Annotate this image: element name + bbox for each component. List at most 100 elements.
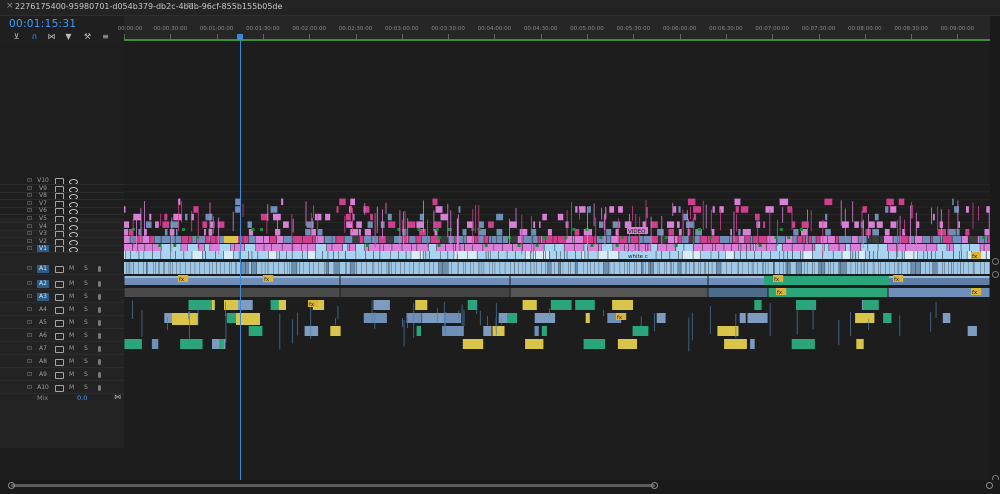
audio-keyframe-line[interactable]: [463, 309, 465, 322]
clip-upper[interactable]: [787, 206, 792, 213]
clip-a1[interactable]: [534, 262, 537, 274]
clip-spike[interactable]: [531, 216, 532, 253]
clip-spike[interactable]: [404, 210, 406, 242]
clip-upper[interactable]: [407, 221, 416, 228]
clip-v1[interactable]: [853, 251, 856, 259]
clip-spike[interactable]: [447, 203, 449, 238]
clip-upper[interactable]: [730, 229, 732, 236]
clip-a1[interactable]: [874, 262, 879, 274]
clip-a1[interactable]: [246, 262, 249, 274]
clip-fx-badge[interactable]: [620, 236, 624, 239]
voice-over-record-icon[interactable]: [98, 346, 101, 352]
clip-v3[interactable]: [729, 236, 733, 243]
clip-audio[interactable]: [791, 339, 815, 349]
clip-v3[interactable]: [909, 236, 915, 243]
clip-v1[interactable]: [184, 251, 192, 259]
clip-v1[interactable]: [440, 251, 448, 259]
clip-a1[interactable]: [163, 262, 165, 274]
clip-a1[interactable]: [861, 262, 864, 274]
clip-spike[interactable]: [450, 210, 452, 244]
clip-a1[interactable]: [356, 262, 362, 274]
clip-a1[interactable]: [287, 262, 290, 274]
clip-v1[interactable]: [822, 251, 833, 259]
time-ruler[interactable]: 00:00:00 00:00:30:00 00:01:00:00 00:01:30:0…: [118, 16, 990, 40]
audio-keyframe-line[interactable]: [501, 318, 502, 325]
clip-upper[interactable]: [306, 221, 314, 228]
audio-keyframe-line[interactable]: [479, 310, 481, 326]
clip-v3[interactable]: [484, 236, 489, 243]
clip-upper[interactable]: [898, 198, 905, 206]
clip-a1[interactable]: [404, 262, 410, 274]
linked-selection-icon[interactable]: ⋈: [47, 32, 56, 41]
clip-v1[interactable]: [914, 251, 918, 259]
solo-button[interactable]: S: [84, 319, 88, 326]
clip-a1[interactable]: [355, 262, 357, 274]
clip-a1[interactable]: [124, 262, 127, 274]
clip-v2[interactable]: [599, 244, 602, 251]
clip-v2[interactable]: [731, 244, 738, 251]
clip-upper[interactable]: [874, 213, 879, 221]
clip-v1[interactable]: [302, 251, 308, 259]
clip-v1[interactable]: [619, 251, 628, 259]
clip-v2[interactable]: [210, 244, 219, 251]
horizontal-scroll-thumb[interactable]: [11, 484, 655, 487]
clip-spike[interactable]: [911, 201, 912, 219]
clip-v3[interactable]: [557, 236, 565, 243]
clip-spike[interactable]: [692, 217, 694, 252]
clip-v3[interactable]: [142, 236, 150, 243]
clip-upper[interactable]: [916, 221, 920, 228]
clip-upper[interactable]: [825, 229, 831, 236]
clip-upper[interactable]: [612, 221, 621, 228]
clip-spike[interactable]: [587, 206, 588, 247]
clip-a1[interactable]: [814, 262, 819, 274]
clip-v2[interactable]: [392, 244, 402, 251]
clip-a1[interactable]: [666, 262, 671, 274]
voice-over-record-icon[interactable]: [98, 266, 101, 272]
clip-v3[interactable]: [880, 236, 884, 243]
clip-a1[interactable]: [708, 262, 712, 274]
clip-upper[interactable]: [336, 206, 339, 213]
clip-v1[interactable]: [525, 251, 531, 259]
clip-v1[interactable]: [582, 251, 585, 259]
clip-a1[interactable]: [522, 262, 525, 274]
clip-upper[interactable]: [164, 229, 168, 236]
clip-fx-badge[interactable]: [615, 244, 619, 247]
clip-v2[interactable]: [219, 244, 231, 251]
clip-audio[interactable]: [856, 339, 864, 349]
clip-a1[interactable]: [863, 262, 865, 274]
clip-a1[interactable]: [313, 262, 319, 274]
clip-audio[interactable]: [632, 326, 649, 336]
clip-upper[interactable]: [734, 198, 741, 206]
clip-fx-badge[interactable]: [758, 244, 762, 247]
clip-upper[interactable]: [956, 229, 960, 236]
clip-v3[interactable]: [124, 236, 130, 243]
clip-v3[interactable]: [312, 236, 316, 243]
clip-a1[interactable]: [551, 262, 555, 274]
clip-fx-badge[interactable]: [982, 236, 986, 239]
clip-a1[interactable]: [547, 262, 551, 274]
clip-a1[interactable]: [199, 262, 205, 274]
clip-audio[interactable]: [180, 339, 203, 349]
clip-a1[interactable]: [599, 262, 604, 274]
clip-v1[interactable]: [904, 251, 914, 259]
clip-v3[interactable]: [315, 236, 324, 243]
audio-keyframe-line[interactable]: [935, 302, 937, 318]
audio-keyframe-line[interactable]: [476, 300, 478, 315]
clip-a1[interactable]: [172, 262, 177, 274]
clip-spike[interactable]: [931, 207, 932, 225]
clip-a1[interactable]: [541, 262, 545, 274]
clip-v3[interactable]: [545, 236, 553, 243]
clip-upper[interactable]: [387, 213, 392, 221]
clip-spike[interactable]: [213, 216, 214, 234]
clip-fx-badge[interactable]: [251, 228, 255, 231]
clip-v1[interactable]: [877, 251, 889, 259]
clip-a1[interactable]: [346, 262, 350, 274]
clip-v1[interactable]: [719, 251, 726, 259]
clip-a1[interactable]: [231, 262, 235, 274]
clip-v1[interactable]: [661, 251, 670, 259]
clip-a1[interactable]: [838, 262, 840, 274]
mute-button[interactable]: M: [69, 384, 74, 391]
clip-upper[interactable]: [496, 229, 503, 236]
clip-v1[interactable]: [333, 251, 339, 259]
clip-fx-badge[interactable]: [437, 244, 441, 247]
